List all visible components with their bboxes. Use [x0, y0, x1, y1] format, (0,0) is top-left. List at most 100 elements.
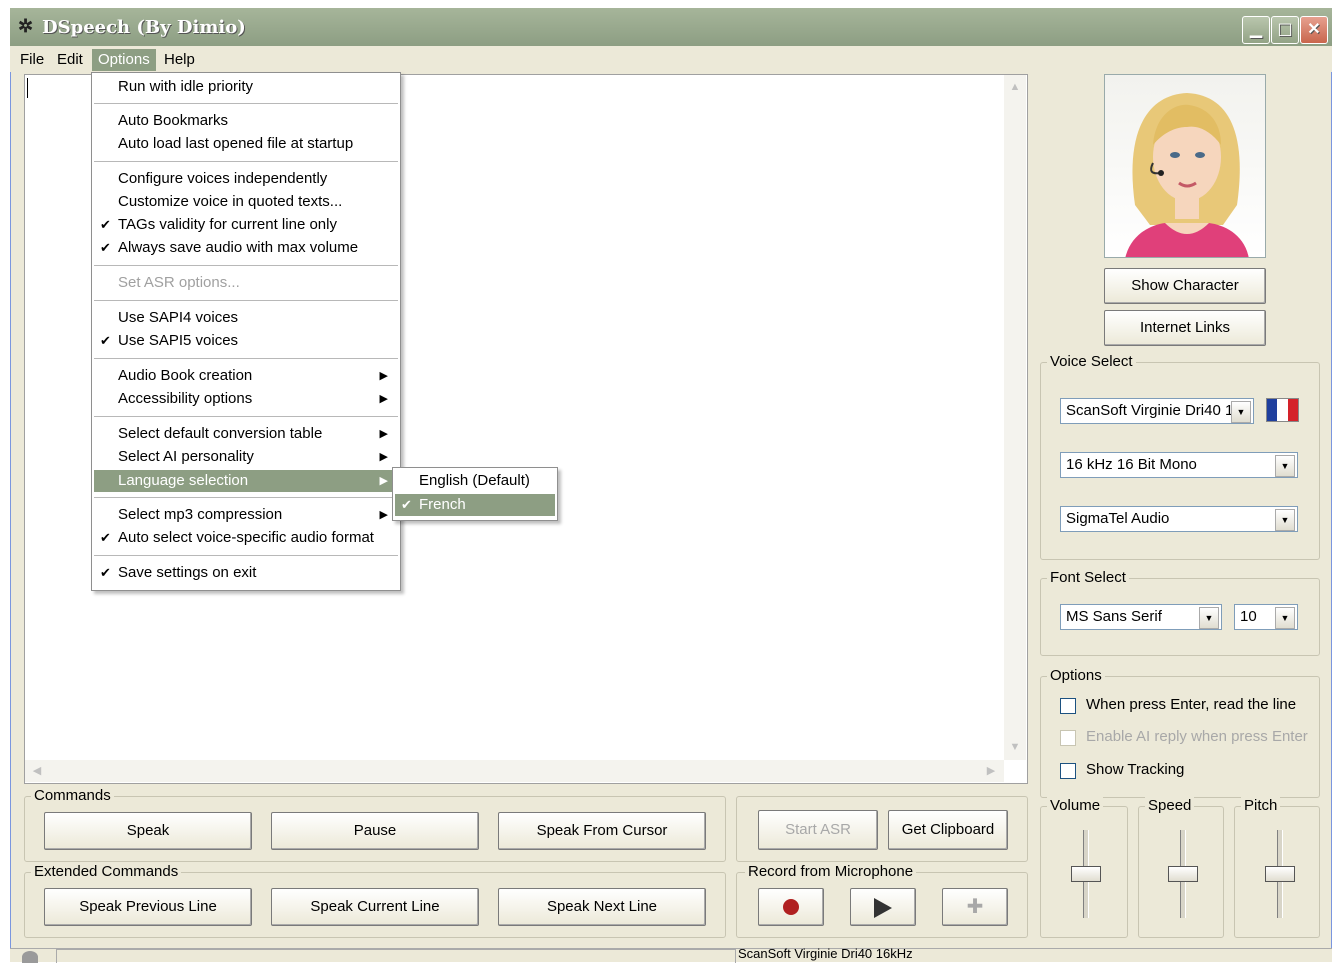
window-title: DSpeech (By Dimio)	[42, 17, 246, 38]
menu-item-save-settings[interactable]: ✔ Save settings on exit	[94, 562, 398, 584]
menu-item-label: French	[419, 496, 466, 513]
speak-next-line-button[interactable]: Speak Next Line	[498, 888, 706, 926]
show-tracking-checkbox[interactable]: Show Tracking	[1060, 761, 1310, 781]
menu-separator	[94, 265, 398, 266]
menu-item-label: English (Default)	[419, 472, 530, 489]
speak-current-line-button[interactable]: Speak Current Line	[271, 888, 479, 926]
menu-item-configure-voices[interactable]: Configure voices independently	[94, 168, 398, 190]
scroll-left-icon[interactable]: ◀	[27, 761, 47, 781]
font-combo[interactable]: MS Sans Serif ▼	[1060, 604, 1222, 630]
menu-item-label: TAGs validity for current line only	[118, 216, 337, 233]
menu-help[interactable]: Help	[158, 49, 201, 71]
language-submenu: English (Default) ✔ French	[392, 467, 558, 521]
record-icon	[783, 899, 799, 915]
maximize-button[interactable]: □	[1271, 16, 1299, 44]
text-caret	[27, 78, 28, 98]
menu-item-label: Auto Bookmarks	[118, 112, 229, 129]
voice-combo[interactable]: ScanSoft Virginie Dri40 16 ▼	[1060, 398, 1254, 424]
app-icon: ✲	[18, 16, 34, 37]
menu-item-run-idle[interactable]: Run with idle priority	[94, 76, 398, 98]
minimize-button[interactable]: ▁	[1242, 16, 1270, 44]
scroll-right-icon[interactable]: ▶	[981, 761, 1001, 781]
menu-item-use-sapi5[interactable]: ✔ Use SAPI5 voices	[94, 330, 398, 352]
audio-device-combo[interactable]: SigmaTel Audio ▼	[1060, 506, 1298, 532]
submenu-arrow-icon: ▶	[379, 509, 388, 521]
commands-label: Commands	[31, 787, 114, 804]
menu-item-label: Customize voice in quoted texts...	[118, 193, 343, 210]
get-clipboard-button[interactable]: Get Clipboard	[888, 810, 1008, 850]
vertical-scrollbar[interactable]: ▲ ▼	[1004, 75, 1026, 760]
menu-item-audio-book[interactable]: Audio Book creation ▶	[94, 365, 398, 387]
ai-reply-checkbox[interactable]: Enable AI reply when press Enter	[1060, 728, 1310, 748]
speed-label: Speed	[1145, 797, 1195, 814]
chevron-down-icon[interactable]: ▼	[1231, 401, 1251, 423]
menu-item-auto-select-audio[interactable]: ✔ Auto select voice-specific audio format	[94, 527, 398, 549]
play-icon	[874, 898, 892, 918]
pitch-slider-thumb[interactable]	[1265, 866, 1295, 882]
font-size-combo[interactable]: 10 ▼	[1234, 604, 1298, 630]
menu-item-auto-bookmarks[interactable]: Auto Bookmarks	[94, 110, 398, 132]
horizontal-scrollbar[interactable]: ◀ ▶	[25, 760, 1004, 782]
checkmark-icon: ✔	[401, 497, 412, 512]
menu-item-always-save-audio[interactable]: ✔ Always save audio with max volume	[94, 237, 398, 259]
checkmark-icon: ✔	[100, 333, 111, 348]
chevron-down-icon[interactable]: ▼	[1275, 455, 1295, 477]
volume-label: Volume	[1047, 797, 1104, 814]
menu-options[interactable]: Options	[92, 49, 156, 71]
microphone-label: Record from Microphone	[745, 863, 917, 880]
internet-links-button[interactable]: Internet Links	[1104, 310, 1266, 346]
chevron-down-icon[interactable]: ▼	[1199, 607, 1219, 629]
menu-item-set-asr: Set ASR options...	[94, 272, 398, 294]
menu-item-conversion-table[interactable]: Select default conversion table ▶	[94, 423, 398, 445]
menu-bar: File Edit Options Help	[10, 46, 1332, 72]
menu-edit[interactable]: Edit	[51, 49, 89, 71]
menu-item-label: Use SAPI4 voices	[118, 309, 239, 326]
menu-item-language-selection[interactable]: Language selection ▶	[94, 470, 398, 492]
volume-slider-thumb[interactable]	[1071, 866, 1101, 882]
extended-commands-label: Extended Commands	[31, 863, 182, 880]
play-button[interactable]	[850, 888, 916, 926]
chevron-down-icon[interactable]: ▼	[1275, 607, 1295, 629]
menu-item-auto-load[interactable]: Auto load last opened file at startup	[94, 133, 398, 155]
menu-item-mp3-compression[interactable]: Select mp3 compression ▶	[94, 504, 398, 526]
menu-item-accessibility[interactable]: Accessibility options ▶	[94, 388, 398, 410]
menu-item-customize-voice[interactable]: Customize voice in quoted texts...	[94, 191, 398, 213]
checkbox-box[interactable]	[1060, 730, 1076, 746]
scroll-up-icon[interactable]: ▲	[1005, 77, 1025, 97]
speak-button[interactable]: Speak	[44, 812, 252, 850]
checkmark-icon: ✔	[100, 530, 111, 545]
audio-format-combo[interactable]: 16 kHz 16 Bit Mono ▼	[1060, 452, 1298, 478]
pitch-label: Pitch	[1241, 797, 1281, 814]
enter-read-checkbox[interactable]: When press Enter, read the line	[1060, 696, 1310, 716]
menu-item-french[interactable]: ✔ French	[395, 494, 555, 516]
record-button[interactable]	[758, 888, 824, 926]
add-recording-button[interactable]: ✚	[942, 888, 1008, 926]
show-character-button[interactable]: Show Character	[1104, 268, 1266, 304]
menu-item-label: Use SAPI5 voices	[118, 332, 239, 349]
menu-item-tags-validity[interactable]: ✔ TAGs validity for current line only	[94, 214, 398, 236]
menu-file[interactable]: File	[14, 49, 50, 71]
chevron-down-icon[interactable]: ▼	[1275, 509, 1295, 531]
menu-item-label: Language selection	[118, 472, 249, 489]
menu-item-use-sapi4[interactable]: Use SAPI4 voices	[94, 307, 398, 329]
voice-value: ScanSoft Virginie Dri40 16	[1066, 402, 1242, 419]
menu-item-label: Configure voices independently	[118, 170, 328, 187]
checkbox-box[interactable]	[1060, 763, 1076, 779]
speak-from-cursor-button[interactable]: Speak From Cursor	[498, 812, 706, 850]
scroll-down-icon[interactable]: ▼	[1005, 737, 1025, 757]
menu-item-english[interactable]: English (Default)	[395, 470, 555, 492]
status-bar: ScanSoft Virginie Dri40 16kHz	[10, 947, 1332, 963]
title-bar[interactable]: ✲ DSpeech (By Dimio) ▁ □ ✕	[10, 8, 1332, 46]
menu-item-label: Select mp3 compression	[118, 506, 283, 523]
font-value: MS Sans Serif	[1066, 608, 1162, 625]
checkbox-box[interactable]	[1060, 698, 1076, 714]
speak-previous-line-button[interactable]: Speak Previous Line	[44, 888, 252, 926]
start-asr-button[interactable]: Start ASR	[758, 810, 878, 850]
speed-slider-thumb[interactable]	[1168, 866, 1198, 882]
menu-item-label: Set ASR options...	[118, 274, 240, 291]
close-button[interactable]: ✕	[1300, 16, 1328, 44]
pause-button[interactable]: Pause	[271, 812, 479, 850]
menu-item-ai-personality[interactable]: Select AI personality ▶	[94, 446, 398, 468]
font-size-value: 10	[1240, 608, 1257, 625]
menu-separator	[94, 416, 398, 417]
